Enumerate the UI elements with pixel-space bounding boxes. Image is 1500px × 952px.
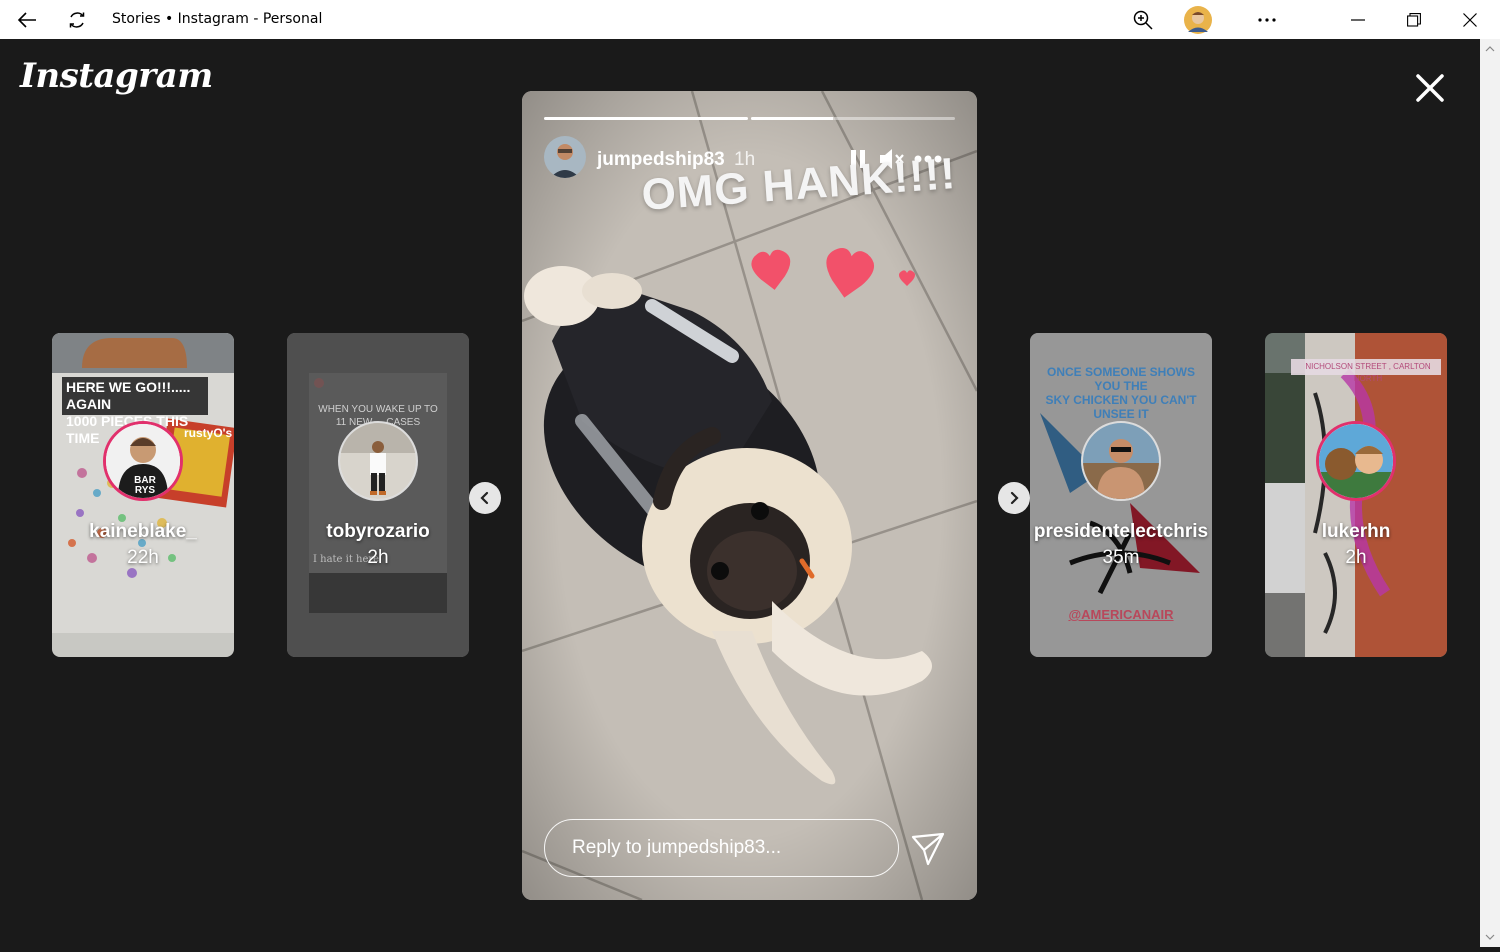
title-bar: Stories • Instagram - Personal [0,0,1500,39]
close-icon [1463,12,1477,27]
story-thumbnail-tobyrozario[interactable]: WHEN YOU WAKE UP TO 11 NEW ... CASES I h… [287,333,469,657]
avatar [1081,421,1161,501]
progress-bar-2 [751,117,955,120]
next-story-button[interactable] [998,482,1030,514]
scrollbar[interactable] [1480,39,1500,947]
zoom-in-icon [1133,10,1153,30]
minimize-icon [1351,18,1365,21]
restore-icon [1407,12,1421,27]
thumbnail-caption: ONCE SOMEONE SHOWS YOU THE SKY CHICKEN Y… [1045,365,1197,421]
back-arrow-icon [17,11,36,28]
avatar: BAR RYS [103,421,183,501]
more-options-button[interactable] [1248,0,1286,39]
box-label: rustyO's [184,426,233,440]
progress-fill [544,117,748,120]
window-title: Stories • Instagram - Personal [112,11,323,27]
send-icon [911,832,945,866]
story-thumbnail-kaineblake[interactable]: HERE WE GO!!!..... AGAIN 1000 PIECES THI… [52,333,234,657]
location-sticker: NICHOLSON STREET , CARLTON NORTH [1305,362,1431,383]
zoom-button[interactable] [1124,0,1162,39]
profile-avatar-button[interactable] [1180,0,1216,39]
reply-input[interactable]: Reply to jumpedship83... [544,819,899,877]
back-button[interactable] [8,0,46,39]
thumbnail-time: 22h [127,547,159,568]
avatar [1316,421,1396,501]
restore-button[interactable] [1390,0,1438,39]
instagram-logo[interactable]: Instagram [20,56,213,96]
thumbnail-time: 2h [367,547,389,568]
avatar-image [1319,424,1393,498]
refresh-icon [69,11,85,28]
avatar[interactable] [544,136,586,178]
story-thumbnail-presidentelectchris[interactable]: ONCE SOMEONE SHOWS YOU THE SKY CHICKEN Y… [1030,333,1212,657]
refresh-button[interactable] [58,0,96,39]
avatar-image [544,136,586,178]
minimize-button[interactable] [1334,0,1382,39]
thumbnail-username: lukerhn [1321,521,1391,542]
active-story[interactable]: jumpedship83 1h OMG HANK!!!! Reply to ju… [522,91,977,900]
avatar-image [340,423,416,499]
send-button[interactable] [910,831,946,867]
scroll-arrows-icon [1485,46,1495,940]
thumbnail-username: kaineblake_ [89,521,197,542]
thumbnail-time: 2h [1345,547,1367,568]
chevron-right-icon [1010,491,1019,505]
avatar [338,421,418,501]
badge-text: BAR RYS [134,475,156,496]
thumbnail-username: tobyrozario [326,521,430,542]
thumbnail-username: presidentelectchris [1033,521,1209,542]
avatar [1184,5,1212,34]
avatar-image [1083,423,1159,499]
previous-story-button[interactable] [469,482,501,514]
progress-fill [751,117,833,120]
thumbnail-tag: @AMERICANAIR [1068,607,1174,622]
story-thumbnail-lukerhn[interactable]: NICHOLSON STREET , CARLTON NORTH lukerhn… [1265,333,1447,657]
progress-bar-1 [544,117,748,120]
chevron-left-icon [480,491,489,505]
thumbnail-time: 35m [1102,547,1140,568]
close-window-button[interactable] [1446,0,1494,39]
close-icon [1416,74,1444,102]
more-icon [1258,17,1276,22]
close-stories-button[interactable] [1408,66,1452,110]
